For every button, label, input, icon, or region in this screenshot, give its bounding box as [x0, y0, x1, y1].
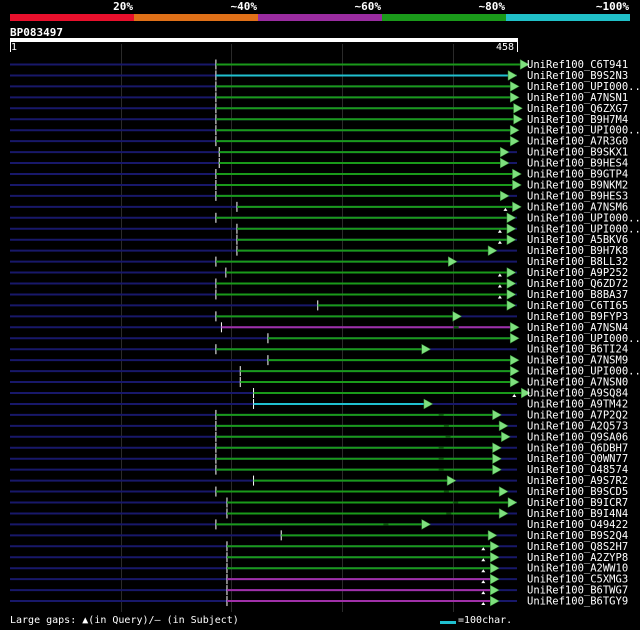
hit-arrow-head: [509, 91, 520, 103]
hit-arrow-head: [506, 212, 517, 224]
query-gap-marker: [481, 602, 486, 606]
hit-arrow-head: [509, 321, 520, 333]
hit-arrow-head: [490, 562, 500, 574]
hit-arrow-head: [509, 124, 520, 136]
hit-arrow-head: [509, 135, 520, 147]
query-gap-marker: [503, 207, 508, 211]
hit-arrow-head: [506, 289, 517, 300]
hit-arrow-head: [447, 256, 458, 268]
hit-arrow-head: [421, 343, 432, 355]
query-gap-marker: [481, 580, 486, 584]
hit-arrow-head: [492, 442, 503, 454]
hit-alignment-diagram: UniRef100_C6T941UniRef100_B9S2N3UniRef10…: [10, 44, 640, 612]
hit-arrow-head: [492, 464, 503, 476]
subject-gap-text: (in Subject): [160, 615, 239, 626]
hit-arrow-head: [500, 157, 510, 169]
hit-arrow-head: [513, 113, 524, 125]
hit-arrow-head: [509, 80, 520, 92]
hit-arrow-head: [490, 551, 500, 563]
query-gap-marker: [481, 569, 486, 573]
hit-arrow-head: [506, 267, 517, 278]
hit-arrow-head: [490, 573, 500, 585]
hit-arrow-head: [506, 278, 517, 289]
hit-arrow-head: [512, 168, 522, 180]
hit-arrow-head: [490, 540, 500, 552]
hit-arrow-head: [509, 354, 520, 366]
hit-arrow-head: [513, 102, 524, 114]
hit-arrow-head: [512, 201, 522, 213]
hit-arrow-head: [498, 486, 509, 497]
scale-bar: [440, 621, 456, 624]
scale-label: =100char.: [458, 615, 513, 626]
hit-arrow-head: [452, 310, 463, 322]
hit-arrow-head: [421, 518, 432, 530]
hit-arrow-head: [492, 453, 503, 465]
hit-arrow-head: [512, 179, 522, 191]
query-gap-marker: [497, 284, 502, 288]
hit-arrow-head: [446, 475, 457, 487]
hit-arrow-head: [490, 584, 500, 596]
hit-arrow-head: [490, 595, 500, 607]
hit-arrow-head: [501, 431, 511, 443]
query-gap-marker: [497, 229, 502, 233]
hit-arrow-head: [509, 332, 520, 344]
large-gaps-label: Large gaps:: [10, 615, 77, 626]
query-gap-marker: [497, 295, 502, 299]
query-gap-marker: [512, 394, 517, 397]
hit-arrow-head: [506, 234, 517, 246]
hit-arrow-head: [500, 146, 510, 158]
query-gap-marker: [497, 273, 502, 277]
hit-arrow-head: [506, 223, 517, 235]
query-gap-text: (in Query)/: [88, 615, 155, 626]
query-gap-marker: [481, 591, 486, 595]
hit-arrow-head: [506, 299, 517, 311]
hit-arrow-head: [507, 497, 518, 508]
query-gap-marker: [481, 547, 486, 551]
hit-label: UniRef100_B6TGY9: [527, 596, 628, 608]
hit-arrow-head: [487, 245, 498, 257]
hit-arrow-head: [500, 190, 510, 202]
hit-arrow-head: [509, 365, 520, 377]
hit-arrow-head: [423, 398, 434, 410]
hit-arrow-head: [509, 376, 520, 388]
hit-arrow-head: [498, 420, 509, 432]
large-gaps-legend: Large gaps: ▲(in Query)/– (in Subject): [10, 615, 239, 626]
query-gap-marker: [481, 558, 486, 562]
hit-arrow-head: [492, 409, 503, 421]
query-gap-marker: [497, 240, 502, 244]
hit-arrow-head: [487, 529, 498, 541]
hit-arrow-head: [507, 70, 518, 81]
hit-arrow-head: [498, 508, 509, 519]
